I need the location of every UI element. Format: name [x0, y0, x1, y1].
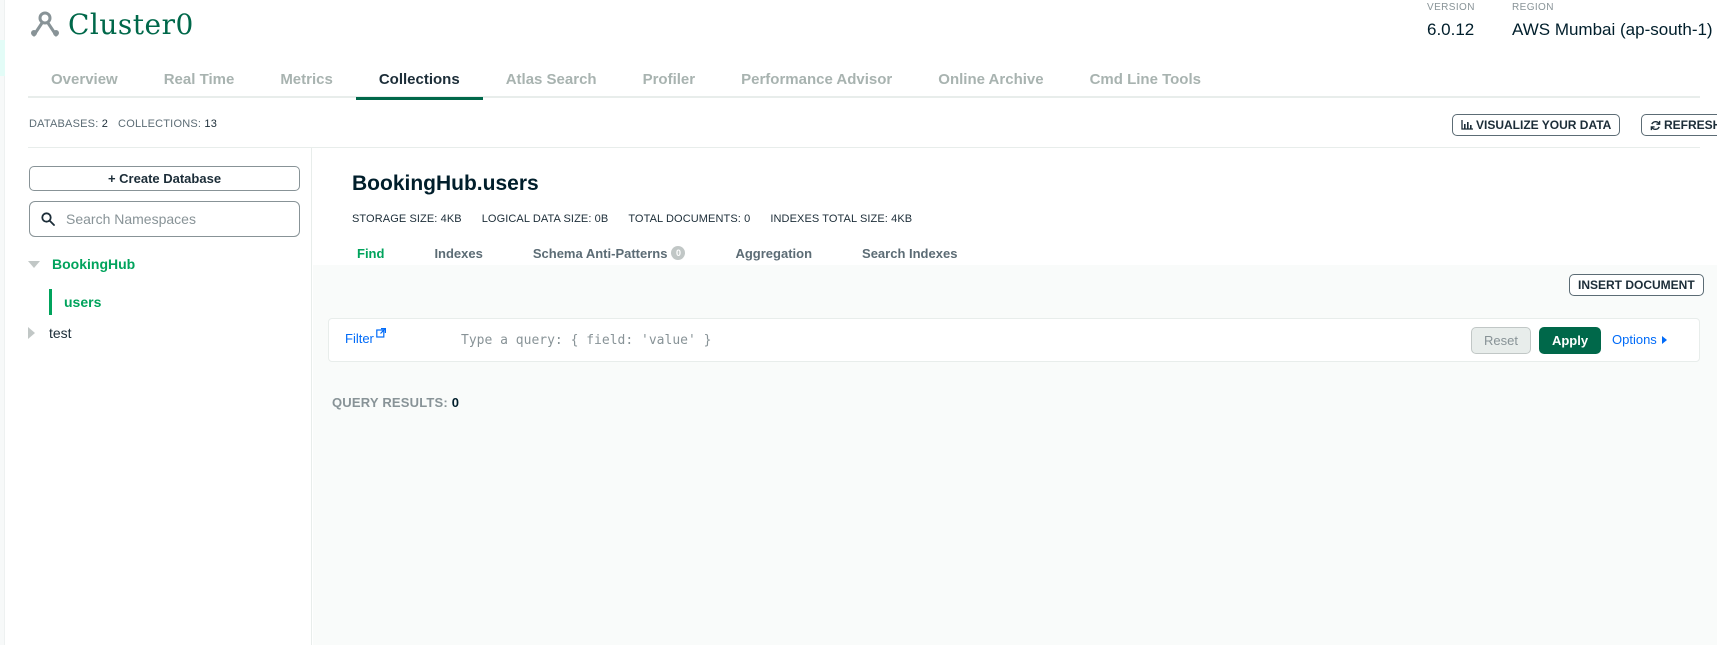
collection-item-users[interactable]: users	[49, 289, 101, 315]
query-results: QUERY RESULTS: 0	[332, 395, 459, 410]
refresh-icon	[1650, 120, 1661, 130]
logical-size-value: 0B	[594, 213, 609, 225]
expanded-caret-icon	[28, 260, 40, 268]
subtab-schema-label: Schema Anti-Patterns	[532, 245, 668, 261]
namespace-search	[29, 201, 300, 237]
subtab-indexes[interactable]: Indexes	[434, 242, 482, 264]
databases-count: 2	[101, 118, 109, 130]
anti-patterns-count-badge: 0	[671, 246, 686, 260]
collection-stats: STORAGE SIZE: 4KB LOGICAL DATA SIZE: 0B …	[352, 213, 912, 225]
subtab-find-label: Find	[357, 245, 385, 261]
namespace-sidebar: + Create Database BookingHub users test	[0, 148, 312, 645]
cluster-stats: DATABASES: 2 COLLECTIONS: 13	[29, 118, 217, 130]
cluster-icon	[31, 11, 59, 37]
query-filter-input[interactable]	[461, 327, 1461, 353]
indexes-size-value: 4KB	[891, 213, 913, 225]
tab-metrics[interactable]: Metrics	[257, 66, 356, 98]
search-namespaces-input[interactable]	[66, 211, 286, 227]
create-database-button[interactable]: + Create Database	[29, 166, 300, 191]
tab-performance-advisor[interactable]: Performance Advisor	[718, 66, 915, 98]
total-docs-value: 0	[744, 213, 751, 225]
query-bar: Filter Reset Apply Options	[328, 318, 1700, 362]
databases-stat: DATABASES: 2	[29, 118, 108, 130]
cluster-name: Cluster0	[68, 7, 194, 41]
tab-profiler[interactable]: Profiler	[620, 66, 719, 98]
bar-chart-icon	[1461, 120, 1473, 130]
tab-atlas-search[interactable]: Atlas Search	[483, 66, 620, 98]
filter-label: Filter	[345, 331, 374, 346]
tab-cmd-line-tools[interactable]: Cmd Line Tools	[1067, 66, 1224, 98]
reset-button[interactable]: Reset	[1471, 327, 1531, 354]
databases-label: DATABASES:	[29, 118, 99, 130]
visualize-data-button[interactable]: VISUALIZE YOUR DATA	[1452, 114, 1621, 136]
subtab-aggregation-label: Aggregation	[735, 245, 813, 261]
insert-document-button[interactable]: INSERT DOCUMENT	[1569, 274, 1704, 296]
collection-subtabs: Find Indexes Schema Anti-Patterns 0 Aggre…	[352, 242, 1007, 264]
tab-collections[interactable]: Collections	[355, 66, 483, 100]
query-results-count: 0	[451, 395, 460, 410]
options-toggle[interactable]: Options	[1612, 332, 1667, 347]
filter-link[interactable]: Filter	[345, 328, 386, 346]
version-label: VERSION	[1427, 2, 1475, 13]
version-value: 6.0.12	[1427, 20, 1475, 39]
collections-count: 13	[204, 118, 218, 130]
namespace-title: BookingHub.users	[352, 172, 539, 195]
options-label: Options	[1612, 332, 1657, 347]
visualize-data-label: VISUALIZE YOUR DATA	[1476, 118, 1612, 132]
tab-real-time[interactable]: Real Time	[141, 66, 258, 98]
region-label: REGION	[1512, 2, 1554, 13]
collection-name: users	[64, 294, 102, 310]
subtab-indexes-label: Indexes	[434, 245, 483, 261]
storage-size: STORAGE SIZE: 4KB	[352, 213, 462, 225]
left-edge-highlight	[0, 40, 5, 76]
apply-button[interactable]: Apply	[1539, 327, 1601, 354]
search-icon	[41, 212, 55, 226]
indexes-total-size: INDEXES TOTAL SIZE: 4KB	[770, 213, 912, 225]
region-value: AWS Mumbai (ap-south-1)	[1512, 20, 1713, 39]
tab-online-archive[interactable]: Online Archive	[915, 66, 1066, 98]
database-name: BookingHub	[52, 256, 136, 272]
database-item-bookinghub[interactable]: BookingHub	[28, 256, 135, 272]
total-documents: TOTAL DOCUMENTS: 0	[628, 213, 750, 225]
subtab-search-indexes-label: Search Indexes	[862, 245, 958, 261]
collections-stat: COLLECTIONS: 13	[118, 118, 217, 130]
query-results-label: QUERY RESULTS:	[332, 395, 448, 410]
subtab-find[interactable]: Find	[357, 242, 384, 264]
storage-size-value: 4KB	[440, 213, 462, 225]
indexes-size-label: INDEXES TOTAL SIZE:	[770, 213, 888, 225]
total-docs-label: TOTAL DOCUMENTS:	[628, 213, 741, 225]
tab-overview[interactable]: Overview	[28, 66, 141, 98]
cluster-header: Cluster0	[30, 6, 194, 42]
database-name: test	[49, 325, 72, 341]
cluster-tabs: Overview Real Time Metrics Collections A…	[28, 66, 1700, 100]
logical-size-label: LOGICAL DATA SIZE:	[481, 213, 592, 225]
collapsed-caret-icon	[28, 327, 35, 339]
storage-size-label: STORAGE SIZE:	[352, 213, 438, 225]
region-block: REGION AWS Mumbai (ap-south-1)	[1512, 2, 1713, 40]
subtab-schema-anti-patterns[interactable]: Schema Anti-Patterns 0	[533, 242, 686, 264]
caret-right-icon	[1661, 335, 1667, 344]
subtab-search-indexes[interactable]: Search Indexes	[862, 242, 957, 264]
refresh-label: REFRESH	[1664, 118, 1717, 132]
collections-label: COLLECTIONS:	[118, 118, 202, 130]
logical-data-size: LOGICAL DATA SIZE: 0B	[482, 213, 609, 225]
database-item-test[interactable]: test	[28, 325, 72, 341]
version-block: VERSION 6.0.12	[1427, 2, 1475, 40]
subtab-aggregation[interactable]: Aggregation	[735, 242, 812, 264]
refresh-button[interactable]: REFRESH	[1641, 114, 1717, 136]
external-link-icon	[376, 328, 386, 338]
